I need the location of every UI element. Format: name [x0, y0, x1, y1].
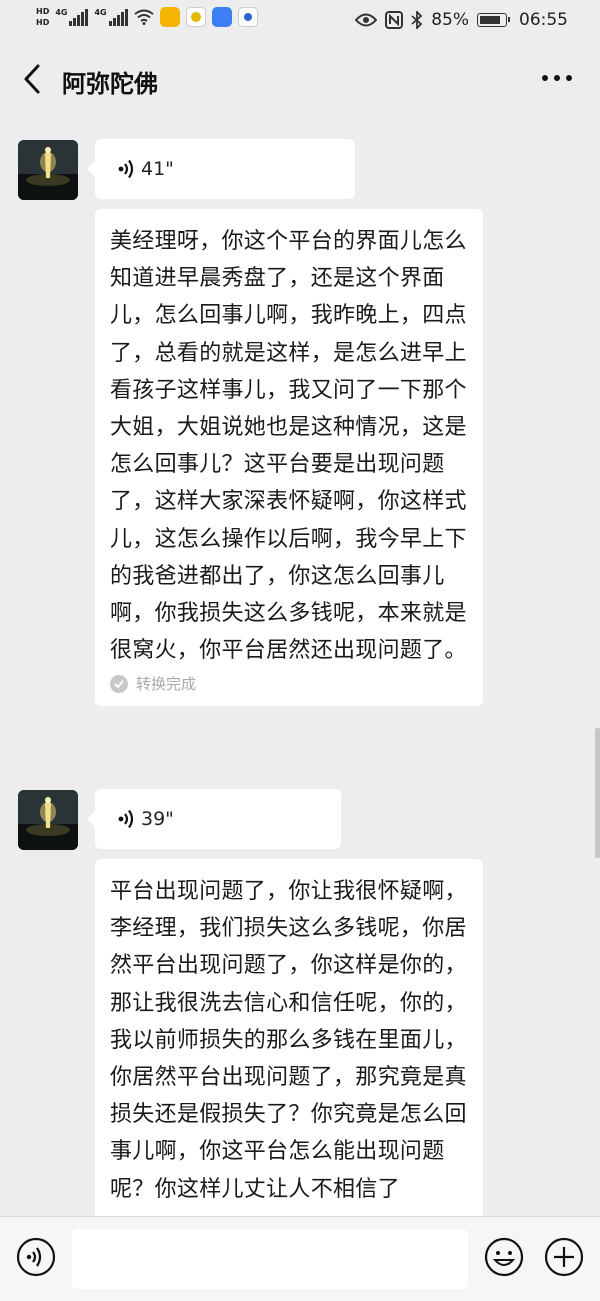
voice-wave-icon	[118, 809, 134, 829]
status-bar: HD HD 4G 4G 85% 06:55	[0, 0, 600, 44]
message-input[interactable]	[72, 1229, 468, 1289]
voice-message-bubble[interactable]: 39"	[87, 789, 341, 849]
clock: 06:55	[519, 10, 568, 30]
voice-input-icon[interactable]	[16, 1237, 56, 1277]
more-dots-icon[interactable]	[540, 66, 574, 90]
browser-app-icon	[211, 7, 232, 27]
avatar[interactable]	[18, 790, 78, 850]
voice-wave-icon	[118, 159, 134, 179]
status-right: 85% 06:55	[355, 10, 568, 30]
status-left: HD HD 4G 4G	[36, 6, 258, 28]
bluetooth-icon	[411, 11, 423, 29]
hd-indicator: HD HD	[36, 7, 50, 27]
voice-duration: 39"	[141, 808, 174, 830]
battery-percent: 85%	[431, 10, 469, 30]
wifi-icon	[134, 9, 154, 25]
input-bar	[0, 1216, 600, 1301]
scrollbar[interactable]	[595, 728, 600, 858]
battery-icon	[477, 13, 510, 27]
check-circle-icon	[110, 674, 128, 693]
voice-transcript-bubble[interactable]: 平台出现问题了，你让我很怀疑啊，李经理，我们损失这么多钱呢，你居然平台出现问题了…	[95, 859, 483, 1216]
nfc-icon	[385, 11, 404, 29]
chat-area[interactable]: 41" 美经理呀，你这个平台的界面儿怎么知道进早晨秀盘了，还是这个界面儿，怎么回…	[0, 114, 600, 1216]
chat-header: 阿弥陀佛	[0, 44, 600, 114]
transcript-text: 平台出现问题了，你让我很怀疑啊，李经理，我们损失这么多钱呢，你居然平台出现问题了…	[110, 879, 467, 1202]
signal-icon-2: 4G	[94, 8, 128, 26]
baidu-app-icon	[237, 7, 258, 27]
emoji-icon[interactable]	[484, 1237, 524, 1277]
plus-icon[interactable]	[544, 1237, 584, 1277]
back-arrow-icon[interactable]	[18, 62, 48, 96]
chat-title: 阿弥陀佛	[62, 70, 158, 98]
transcribe-status-label: 转换完成	[136, 675, 197, 694]
signal-icon-1: 4G	[55, 8, 89, 26]
transcribe-status: 转换完成	[110, 673, 467, 694]
transcript-text: 美经理呀，你这个平台的界面儿怎么知道进早晨秀盘了，还是这个界面儿，怎么回事儿啊，…	[110, 229, 467, 664]
app-notification-icon	[185, 7, 206, 27]
mail-app-icon	[159, 7, 180, 27]
eye-icon	[355, 13, 378, 27]
voice-message-bubble[interactable]: 41"	[87, 139, 355, 199]
avatar[interactable]	[18, 140, 78, 200]
voice-transcript-bubble[interactable]: 美经理呀，你这个平台的界面儿怎么知道进早晨秀盘了，还是这个界面儿，怎么回事儿啊，…	[95, 209, 483, 707]
voice-duration: 41"	[141, 158, 174, 180]
